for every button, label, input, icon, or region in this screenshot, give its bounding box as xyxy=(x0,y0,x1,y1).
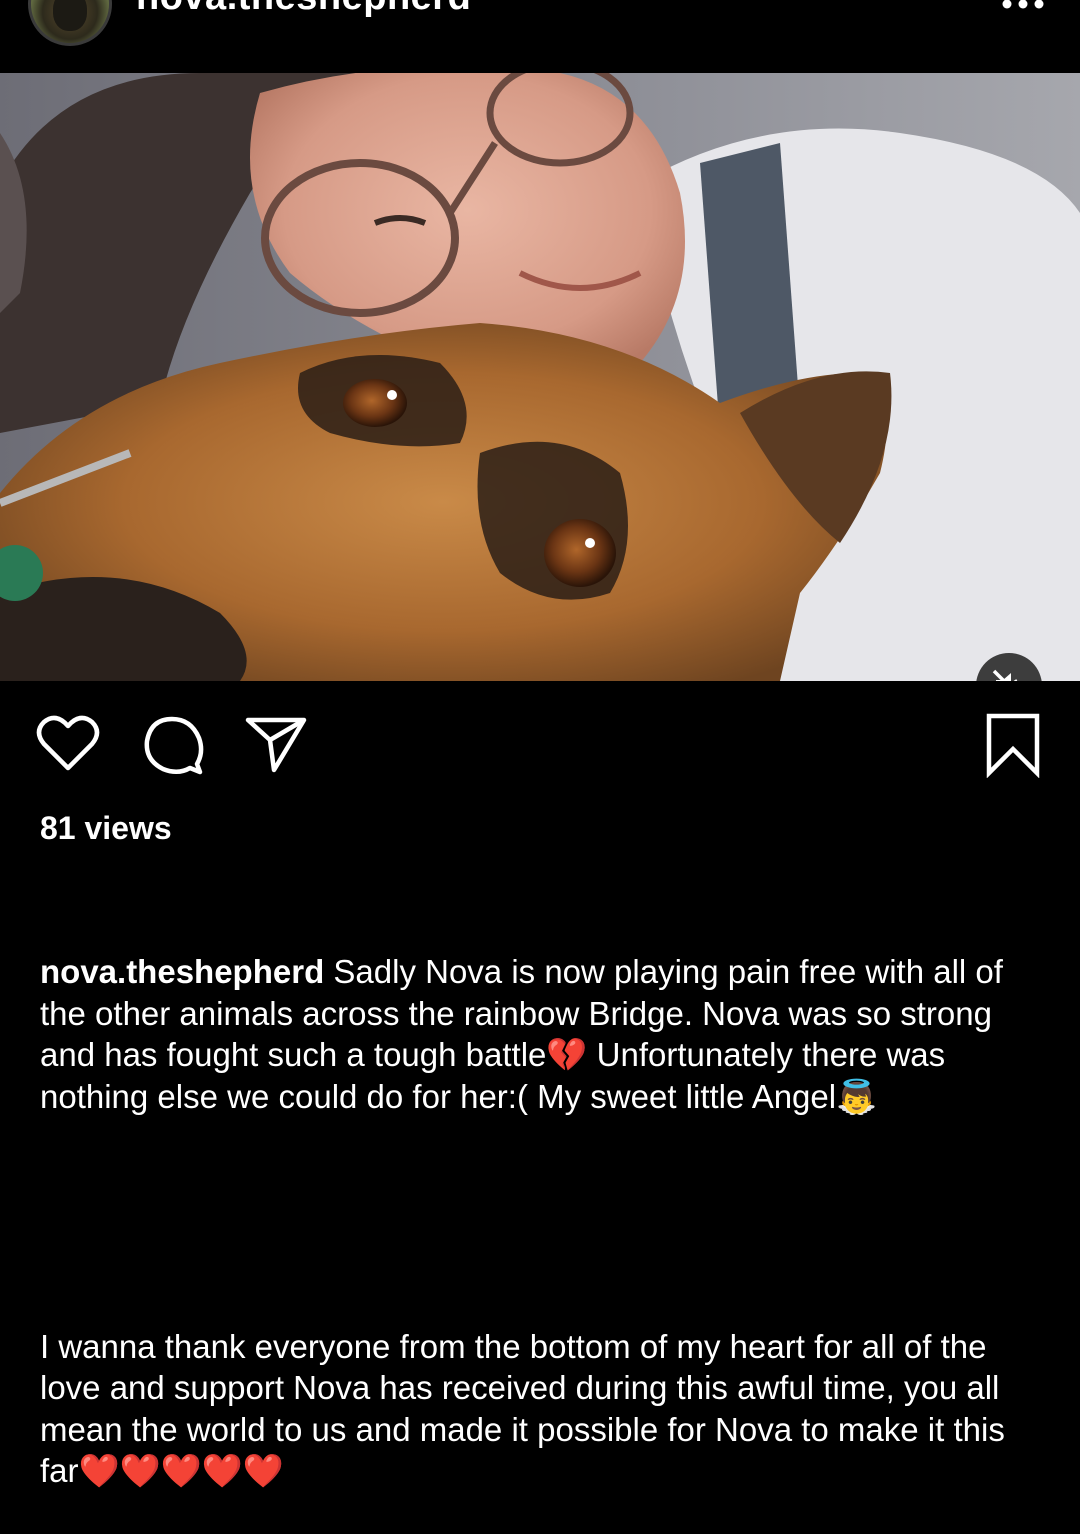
speaker-muted-icon xyxy=(992,669,1018,681)
post-header: nova.theshepherd xyxy=(0,0,1080,73)
mute-button[interactable] xyxy=(976,653,1042,681)
header-username[interactable]: nova.theshepherd xyxy=(136,0,471,16)
caption-paragraph-2: I wanna thank everyone from the bottom o… xyxy=(40,1327,1014,1490)
bookmark-icon[interactable] xyxy=(984,712,1042,778)
action-bar xyxy=(0,700,1080,790)
heart-icon[interactable] xyxy=(36,714,100,772)
caption-username[interactable]: nova.theshepherd xyxy=(40,953,324,990)
caption-paragraph-1: nova.theshepherd Sadly Nova is now playi… xyxy=(40,951,1050,1117)
paper-plane-icon[interactable] xyxy=(244,714,308,774)
view-count[interactable]: 81 views xyxy=(40,810,172,846)
post-caption: nova.theshepherd Sadly Nova is now playi… xyxy=(40,868,1050,1534)
comment-bubble-icon[interactable] xyxy=(142,714,204,776)
post-video[interactable] xyxy=(0,73,1080,681)
more-horizontal-icon[interactable] xyxy=(1000,0,1046,12)
video-frame xyxy=(0,73,1080,681)
avatar[interactable] xyxy=(28,0,112,46)
